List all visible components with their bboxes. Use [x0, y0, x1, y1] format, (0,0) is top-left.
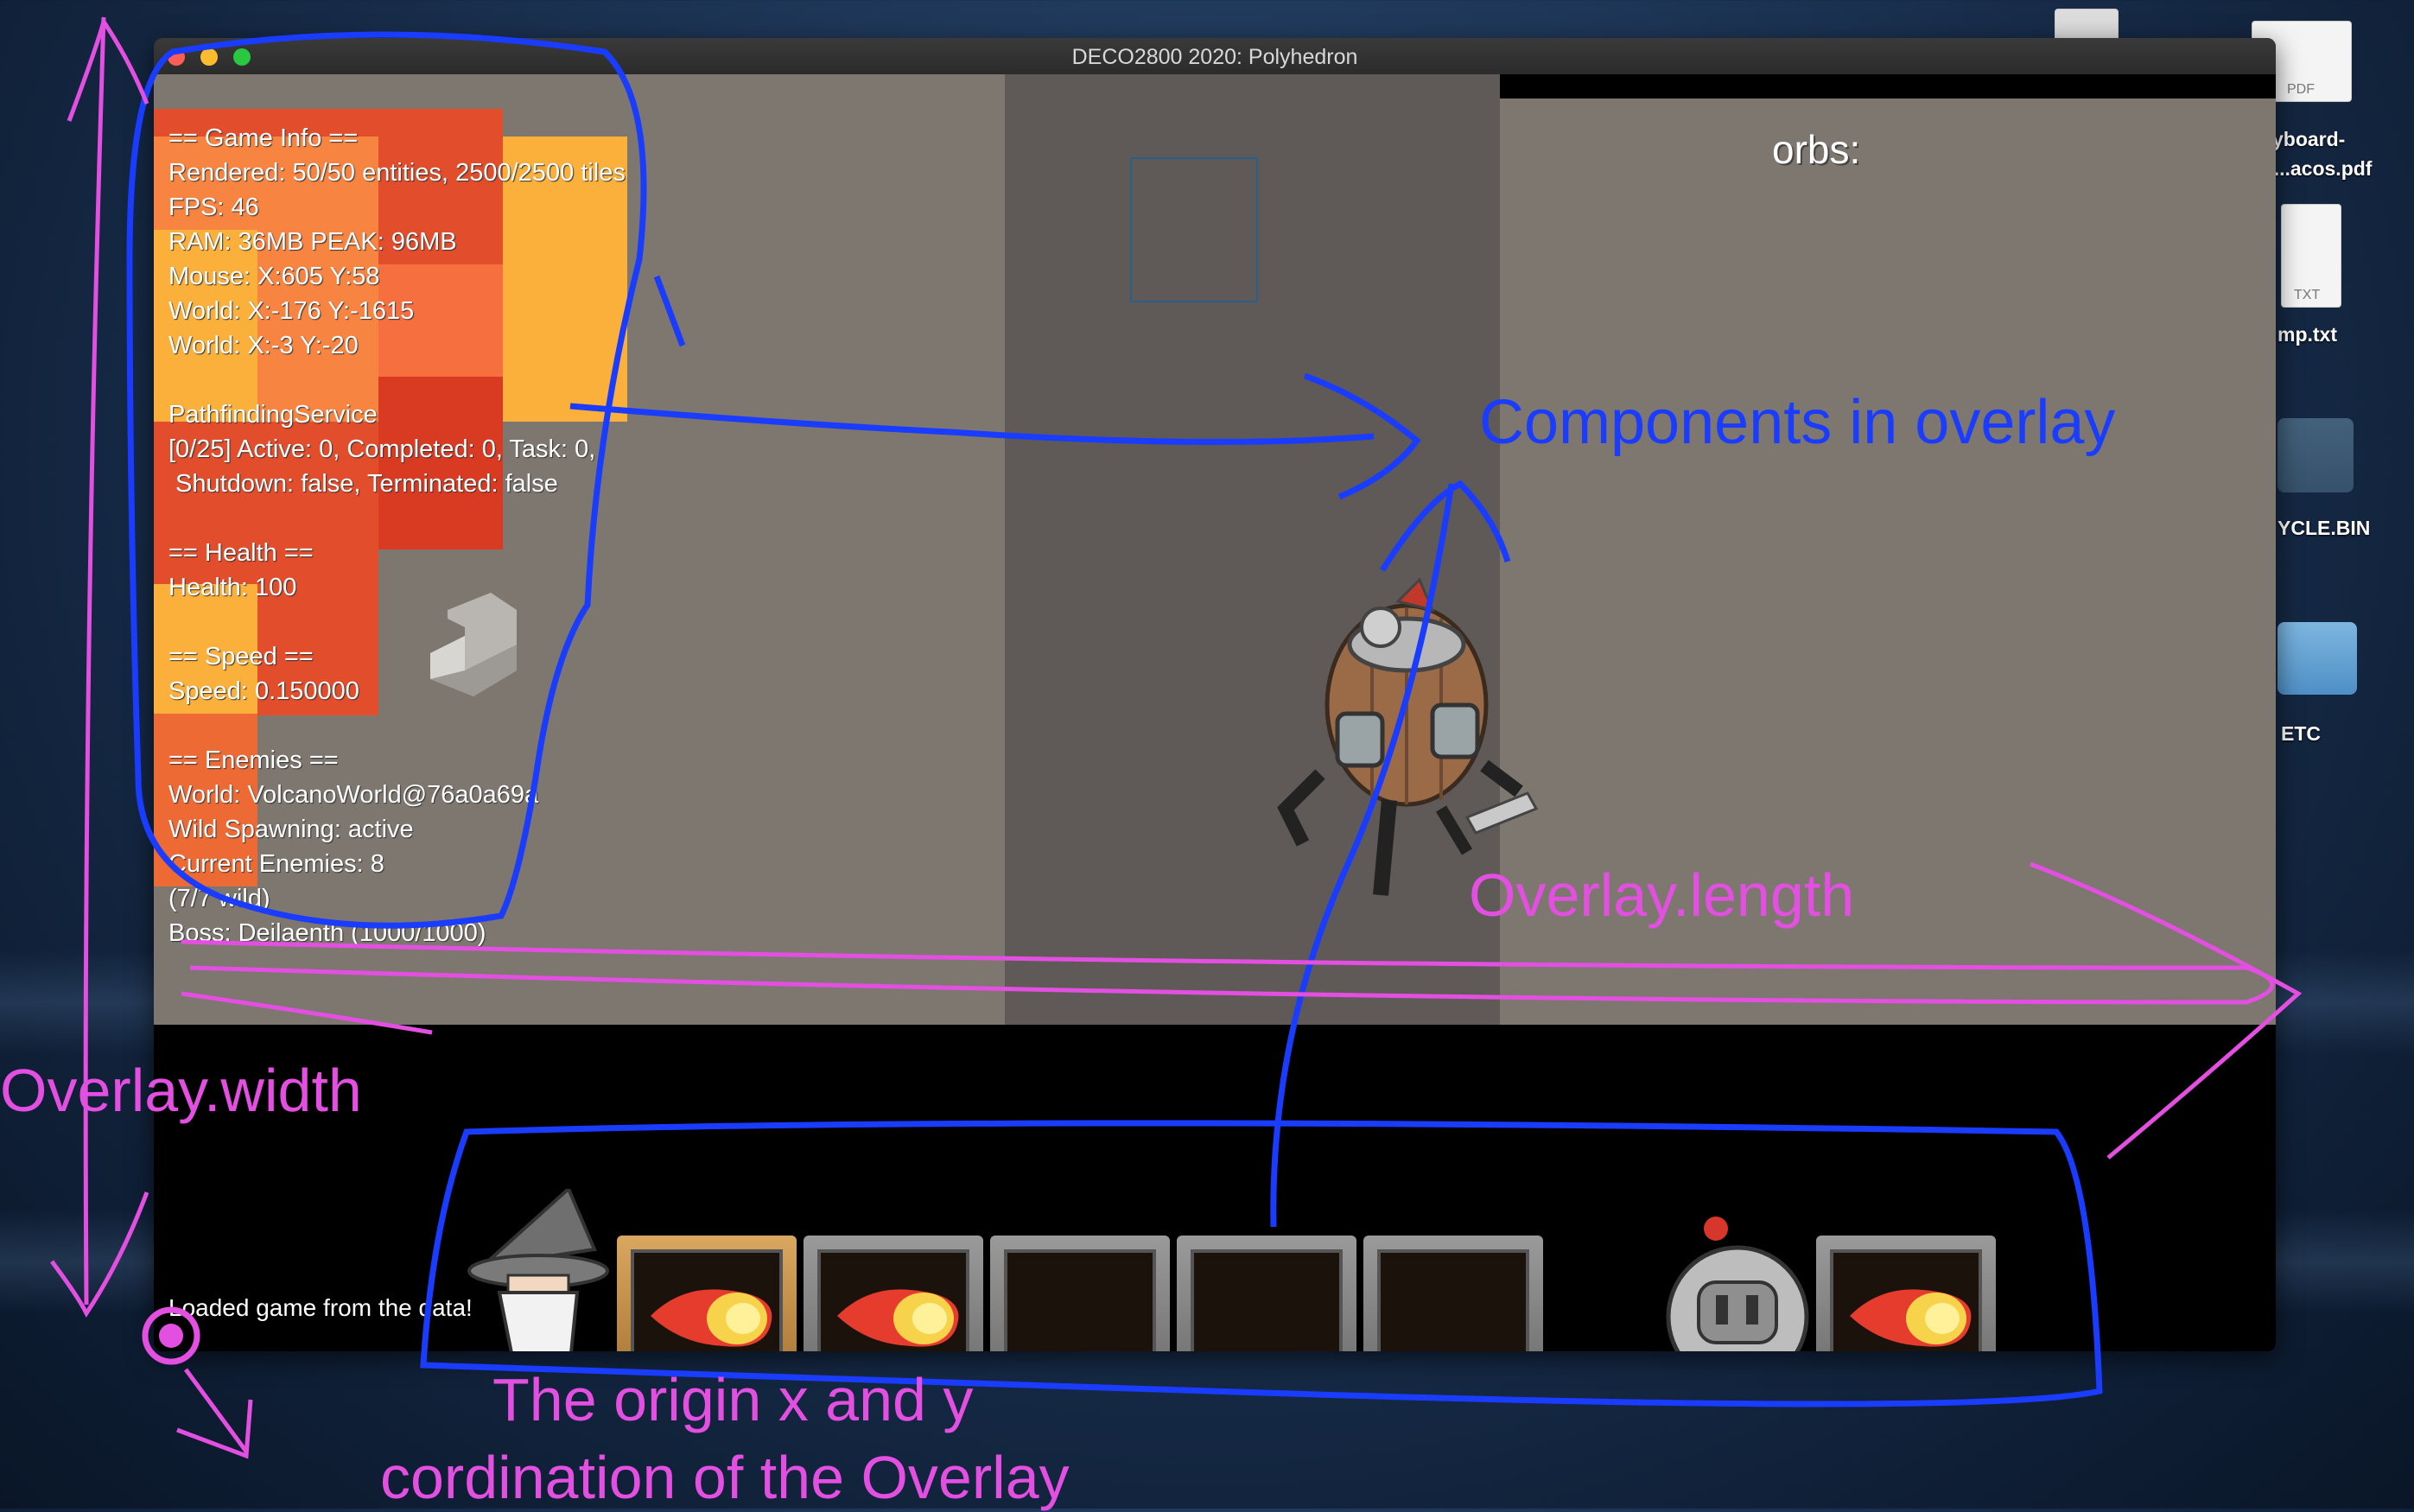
- annotation-length-label: Overlay.length: [1469, 861, 1855, 929]
- annotation-origin-label-1: The origin x and y: [492, 1366, 974, 1433]
- annotation-components-label: Components in overlay: [1479, 388, 2116, 457]
- annotation-arrow: [181, 939, 2275, 1005]
- annotation-arrow: [1270, 483, 1455, 1228]
- annotation-layer: [49, 16, 2303, 1459]
- annotation-outline: [126, 31, 647, 929]
- annotation-arrow: [569, 403, 1375, 445]
- annotation-outline: [420, 1120, 2103, 1407]
- annotation-width-label: Overlay.width: [0, 1057, 362, 1124]
- annotation-origin-label-2: cordination of the Overlay: [380, 1444, 1070, 1511]
